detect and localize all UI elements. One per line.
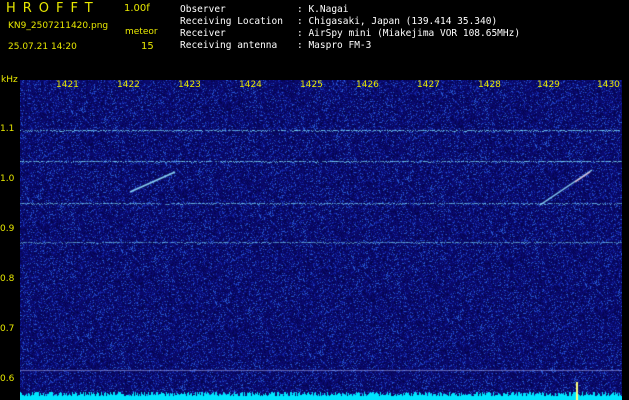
right-margin	[622, 76, 629, 400]
meteor-count: 15	[141, 41, 154, 52]
spectrogram-plot[interactable]	[20, 80, 622, 400]
y-tick: 0.7	[0, 324, 15, 334]
receiver-value: : AirSpy mini (Miakejima VOR 108.65MHz)	[297, 28, 521, 39]
receiver-label: Receiver	[180, 28, 226, 39]
meteor-label: meteor	[125, 27, 158, 37]
spectrogram-canvas[interactable]	[20, 80, 622, 400]
y-tick: 1.0	[0, 174, 15, 184]
app-logo: HROFFT	[6, 1, 100, 16]
observer-label: Observer	[180, 4, 226, 15]
x-tick: 1424	[239, 80, 262, 90]
x-tick: 1421	[56, 80, 79, 90]
x-tick: 1428	[478, 80, 501, 90]
antenna-value: : Maspro FM-3	[297, 40, 372, 51]
header-panel: HROFFT 1.00f KN9_2507211420.png meteor 2…	[0, 0, 629, 76]
x-tick: 1429	[537, 80, 560, 90]
location-value: : Chigasaki, Japan (139.414 35.340)	[297, 16, 498, 27]
version-label: 1.00f	[124, 3, 150, 14]
observer-value: : K.Nagai	[297, 4, 349, 15]
y-tick: 0.9	[0, 224, 15, 234]
filename-label: KN9_2507211420.png	[8, 21, 109, 31]
x-tick: 1425	[300, 80, 323, 90]
x-tick: 1430	[597, 80, 620, 90]
y-tick: 1.1	[0, 124, 15, 134]
y-unit-label: kHz	[1, 75, 18, 85]
x-tick: 1423	[178, 80, 201, 90]
y-tick: 0.6	[0, 374, 15, 384]
location-label: Receiving Location	[180, 16, 283, 27]
antenna-label: Receiving antenna	[180, 40, 278, 51]
x-tick: 1427	[417, 80, 440, 90]
datetime-label: 25.07.21 14:20	[8, 42, 77, 52]
y-tick: 0.8	[0, 274, 15, 284]
x-tick: 1426	[356, 80, 379, 90]
x-tick: 1422	[117, 80, 140, 90]
